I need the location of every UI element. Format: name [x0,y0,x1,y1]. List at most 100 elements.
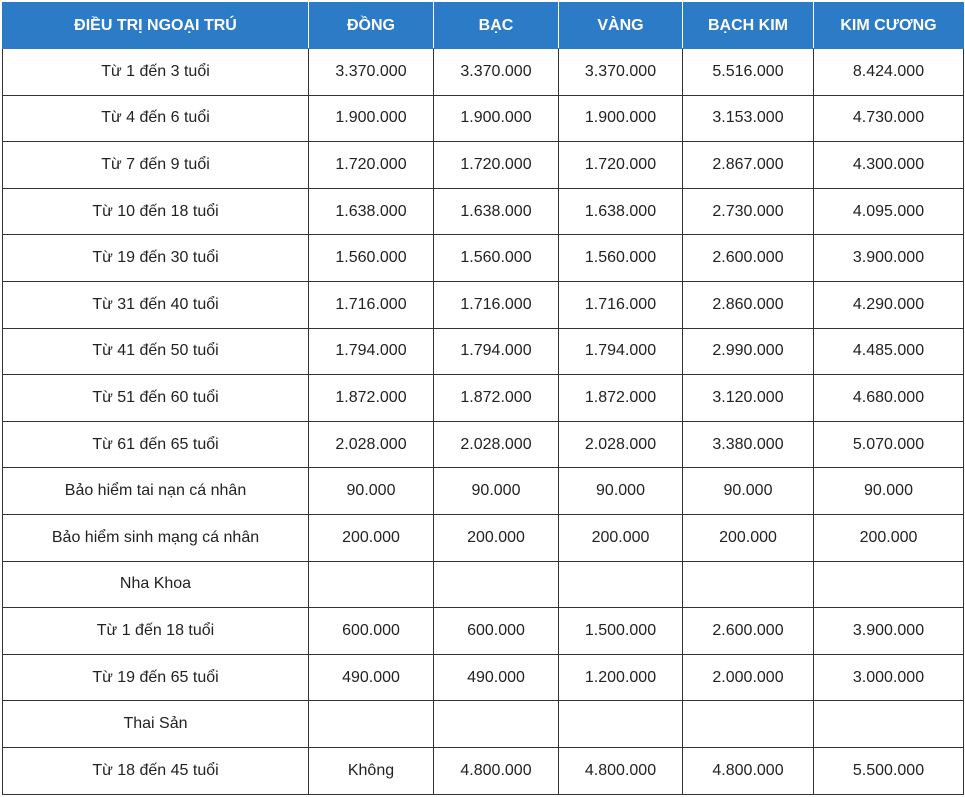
kim-cuong-cell: 4.485.000 [813,327,964,376]
row-label-cell: Từ 61 đến 65 tuổi [2,420,309,469]
row-label-cell: Từ 19 đến 65 tuổi [2,653,309,702]
dong-cell: 1.720.000 [308,141,434,189]
row-label-cell: Từ 18 đến 45 tuổi [2,746,309,795]
kim-cuong-cell: 200.000 [813,513,964,562]
table-row: Từ 31 đến 40 tuổi 1.716.000 1.716.000 1.716… [2,280,964,329]
bac-cell: 1.872.000 [433,374,559,422]
row-label-cell: Từ 7 đến 9 tuổi [2,141,309,189]
dong-cell: 1.872.000 [308,374,434,422]
vang-cell: 4.800.000 [558,746,683,795]
dong-cell [308,700,434,748]
kim-cuong-cell: 4.300.000 [813,141,964,189]
table-row: Từ 7 đến 9 tuổi 1.720.000 1.720.000 1.720.0… [2,141,964,189]
row-label-cell: Từ 10 đến 18 tuổi [2,187,309,236]
dong-cell: 600.000 [308,607,434,655]
bac-cell [433,700,559,748]
table-row: Từ 4 đến 6 tuổi 1.900.000 1.900.000 1.900.0… [2,94,964,143]
vang-cell: 200.000 [558,513,683,562]
kim-cuong-cell: 4.095.000 [813,187,964,236]
kim-cuong-cell [813,560,964,609]
vang-cell: 1.794.000 [558,327,683,376]
kim-cuong-cell: 3.900.000 [813,234,964,282]
bach-kim-cell: 2.730.000 [682,187,814,236]
dong-cell [308,560,434,609]
kim-cuong-cell: 8.424.000 [813,48,964,96]
bac-cell: 90.000 [433,467,559,515]
vang-cell: 1.900.000 [558,94,683,143]
table-row: Bảo hiểm sinh mạng cá nhân 200.000 200.000… [2,513,964,562]
table-body: Từ 1 đến 3 tuổi 3.370.000 3.370.000 3.370.0… [2,48,964,795]
header-cell-bach-kim: BẠCH KIM [682,2,814,49]
row-label-cell: Từ 41 đến 50 tuổi [2,327,309,376]
vang-cell: 1.872.000 [558,374,683,422]
bach-kim-cell: 2.600.000 [682,607,814,655]
dong-cell: 1.560.000 [308,234,434,282]
vang-cell: 1.720.000 [558,141,683,189]
row-label-cell: Từ 31 đến 40 tuổi [2,280,309,329]
kim-cuong-cell [813,700,964,748]
bach-kim-cell: 2.990.000 [682,327,814,376]
kim-cuong-cell: 3.900.000 [813,607,964,655]
bac-cell: 490.000 [433,653,559,702]
dong-cell: Không [308,746,434,795]
bac-cell: 200.000 [433,513,559,562]
bach-kim-cell [682,700,814,748]
row-label-cell: Bảo hiểm tai nạn cá nhân [2,467,309,515]
vang-cell: 3.370.000 [558,48,683,96]
header-cell-kim-cuong: KIM CƯƠNG [813,2,964,49]
bach-kim-cell: 3.380.000 [682,420,814,469]
row-label-cell: Từ 19 đến 30 tuổi [2,234,309,282]
bach-kim-cell: 2.867.000 [682,141,814,189]
table-row: Từ 51 đến 60 tuổi 1.872.000 1.872.000 1.872… [2,374,964,422]
bach-kim-cell: 2.000.000 [682,653,814,702]
kim-cuong-cell: 5.070.000 [813,420,964,469]
table-row: Bảo hiểm tai nạn cá nhân 90.000 90.000 90.0… [2,467,964,515]
table-row: Nha Khoa [2,560,964,609]
row-label-cell: Thai Sản [2,700,309,748]
kim-cuong-cell: 5.500.000 [813,746,964,795]
header-cell-category: ĐIỀU TRỊ NGOẠI TRÚ [2,2,309,49]
vang-cell [558,700,683,748]
bach-kim-cell: 3.120.000 [682,374,814,422]
bach-kim-cell: 5.516.000 [682,48,814,96]
vang-cell: 1.500.000 [558,607,683,655]
table-header: ĐIỀU TRỊ NGOẠI TRÚ ĐỒNG BẠC VÀNG BẠCH KI… [2,2,964,49]
table-row: Từ 19 đến 30 tuổi 1.560.000 1.560.000 1.560… [2,234,964,282]
table-row: Từ 18 đến 45 tuổi Không 4.800.000 4.800.000… [2,746,964,795]
bach-kim-cell: 2.860.000 [682,280,814,329]
bac-cell: 1.716.000 [433,280,559,329]
bac-cell: 1.720.000 [433,141,559,189]
table-row: Từ 1 đến 18 tuổi 600.000 600.000 1.500.000 2… [2,607,964,655]
vang-cell: 1.716.000 [558,280,683,329]
vang-cell: 1.560.000 [558,234,683,282]
table-row: Từ 10 đến 18 tuổi 1.638.000 1.638.000 1.638… [2,187,964,236]
bach-kim-cell: 200.000 [682,513,814,562]
bac-cell: 1.560.000 [433,234,559,282]
dong-cell: 90.000 [308,467,434,515]
kim-cuong-cell: 4.730.000 [813,94,964,143]
dong-cell: 3.370.000 [308,48,434,96]
header-cell-bac: BẠC [433,2,559,49]
row-label-cell: Nha Khoa [2,560,309,609]
row-label-cell: Từ 1 đến 18 tuổi [2,607,309,655]
row-label-cell: Từ 51 đến 60 tuổi [2,374,309,422]
dong-cell: 1.900.000 [308,94,434,143]
dong-cell: 1.638.000 [308,187,434,236]
bac-cell: 2.028.000 [433,420,559,469]
dong-cell: 200.000 [308,513,434,562]
vang-cell: 2.028.000 [558,420,683,469]
insurance-benefit-table: ĐIỀU TRỊ NGOẠI TRÚ ĐỒNG BẠC VÀNG BẠCH KI… [2,2,964,795]
vang-cell: 1.638.000 [558,187,683,236]
row-label-cell: Bảo hiểm sinh mạng cá nhân [2,513,309,562]
bach-kim-cell: 3.153.000 [682,94,814,143]
bac-cell: 1.794.000 [433,327,559,376]
row-label-cell: Từ 1 đến 3 tuổi [2,48,309,96]
bach-kim-cell: 4.800.000 [682,746,814,795]
dong-cell: 490.000 [308,653,434,702]
bac-cell: 3.370.000 [433,48,559,96]
kim-cuong-cell: 90.000 [813,467,964,515]
table-row: Từ 19 đến 65 tuổi 490.000 490.000 1.200.000… [2,653,964,702]
bac-cell [433,560,559,609]
header-row: ĐIỀU TRỊ NGOẠI TRÚ ĐỒNG BẠC VÀNG BẠCH KI… [2,2,964,49]
vang-cell: 90.000 [558,467,683,515]
